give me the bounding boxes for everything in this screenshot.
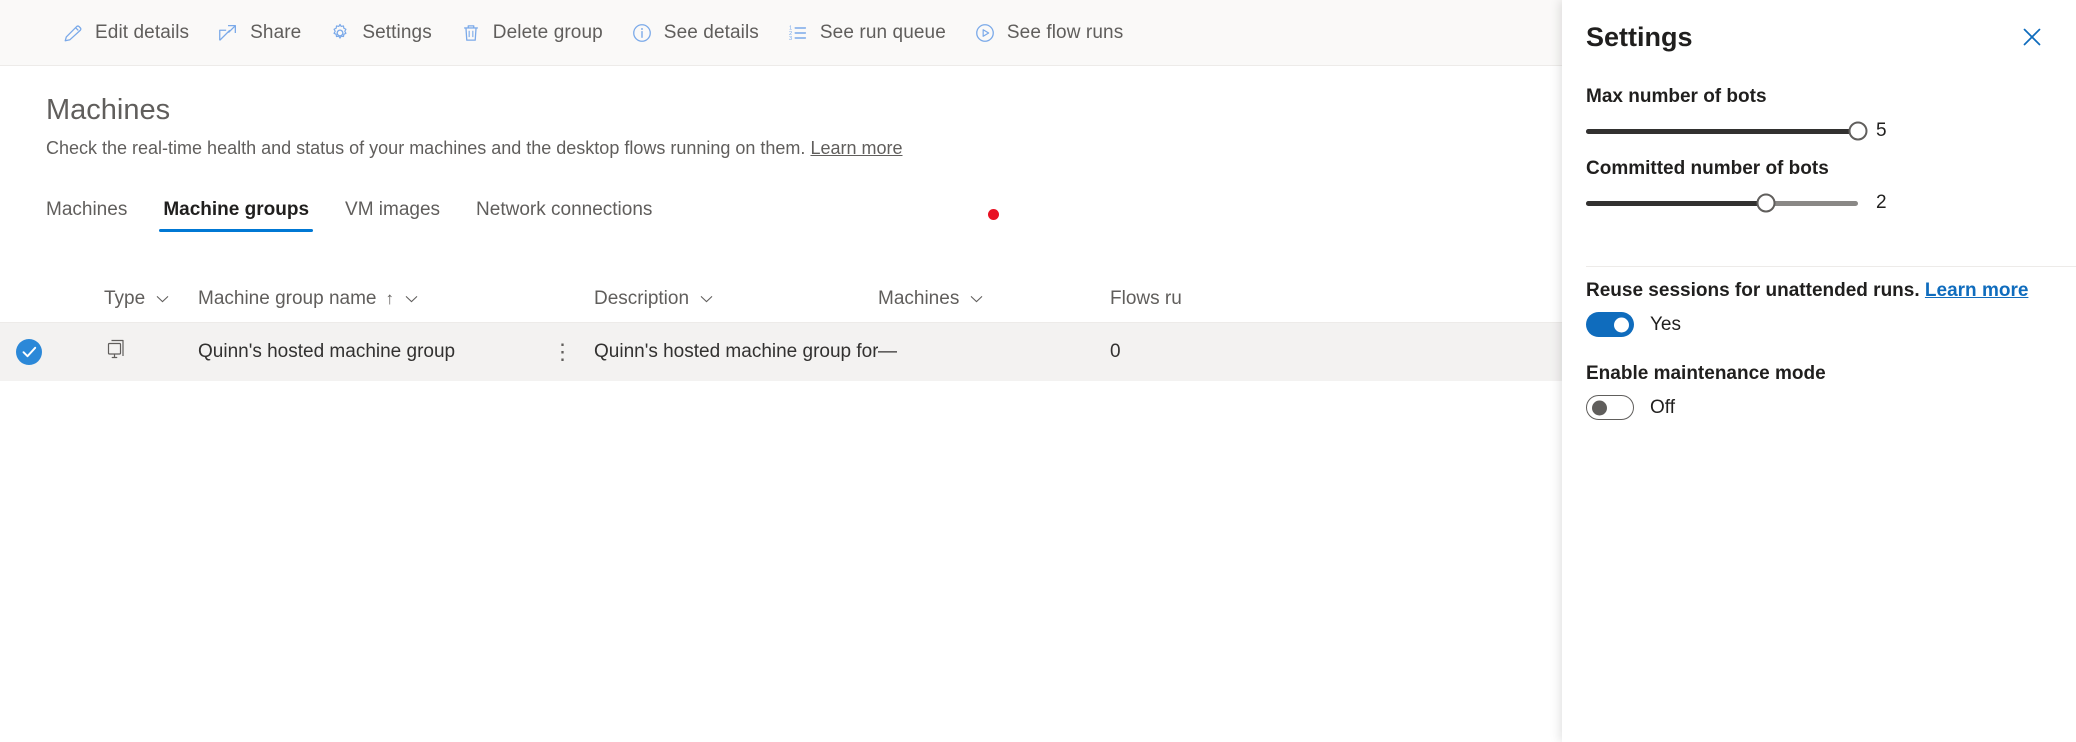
committed-bots-slider-fill [1586,200,1766,206]
numbered-list-icon: 1 2 3 [789,25,806,41]
edit-details-label: Edit details [95,21,190,43]
column-header-type-label: Type [104,288,146,309]
column-header-machine-group-name-label: Machine group name [198,288,377,309]
see-run-queue-label: See run queue [819,21,946,43]
max-bots-slider-thumb[interactable] [1848,121,1868,141]
see-details-label: See details [663,21,759,43]
info-icon [632,23,651,42]
share-button[interactable]: Share [207,7,311,59]
machine-group-icon [107,339,124,358]
maintenance-mode-label: Enable maintenance mode [1586,363,1826,384]
row-overflow-menu-button[interactable]: ⋮ [551,338,576,367]
column-header-type[interactable]: Type [58,288,198,310]
see-details-button[interactable]: See details [621,7,769,59]
reuse-sessions-toggle[interactable] [1586,312,1634,337]
reuse-sessions-learn-more-link[interactable]: Learn more [1925,280,2028,301]
max-bots-value: 5 [1876,120,1887,141]
max-bots-slider-row: 5 [1586,120,2052,142]
gear-icon [333,23,347,39]
close-icon [2023,28,2041,46]
chevron-down-icon [405,296,418,303]
tab-bar: Machines Machine groups VM images Networ… [46,188,670,232]
settings-panel-body: Max number of bots 5 Committed number of… [1562,86,2076,230]
column-header-machines[interactable]: Machines [878,288,1110,310]
tab-vm-images[interactable]: VM images [327,199,458,232]
pencil-icon [64,24,82,41]
share-icon [219,24,237,41]
reuse-sessions-toggle-row: Yes [1586,312,2052,337]
chevron-down-icon [156,296,169,303]
close-button[interactable] [2012,17,2052,57]
reuse-sessions-state: Yes [1650,313,1681,335]
settings-panel-header: Settings [1562,0,2076,74]
row-machine-group-name: Quinn's hosted machine group [198,341,456,362]
column-header-description-label: Description [594,288,690,309]
edit-details-button[interactable]: Edit details [52,7,199,59]
row-machines-count: — [878,341,897,362]
committed-bots-value: 2 [1876,192,1887,213]
delete-group-label: Delete group [492,21,603,43]
chevron-down-icon [970,296,983,303]
page-title: Machines [46,94,171,126]
table-header-row: Type Machine group name ↑ Description Ma… [0,276,1562,323]
max-bots-slider-fill [1586,128,1858,134]
play-circle-icon [975,23,994,42]
tab-machines[interactable]: Machines [46,199,145,232]
maintenance-mode-toggle-row: Off [1586,395,2052,420]
page-subtitle-text: Check the real-time health and status of… [46,138,806,158]
see-flow-runs-label: See flow runs [1006,21,1124,43]
settings-panel: Settings Max number of bots 5 Committed … [1562,0,2076,742]
settings-panel-toggles: Reuse sessions for unattended runs. Lear… [1562,254,2076,420]
row-name-cell: Quinn's hosted machine group ⋮ [198,338,594,367]
checkmark-circle-icon [16,339,42,365]
check-icon [22,346,36,358]
settings-button[interactable]: Settings [319,7,441,59]
committed-bots-slider-row: 2 [1586,192,2052,214]
row-flows-running-count: 0 [1110,341,1121,362]
max-bots-label: Max number of bots [1586,86,1767,107]
row-select-checkbox[interactable] [0,339,58,365]
svg-text:3: 3 [789,35,792,41]
committed-bots-label: Committed number of bots [1586,158,1829,179]
command-bar: Edit details Share Settings Delete group [0,0,1562,66]
settings-label: Settings [362,21,432,43]
delete-group-button[interactable]: Delete group [450,7,613,59]
row-description: Quinn's hosted machine group for Financ.… [594,341,878,362]
maintenance-mode-state: Off [1650,396,1675,418]
page-subtitle: Check the real-time health and status of… [46,138,903,159]
tab-machine-groups[interactable]: Machine groups [145,199,327,232]
page-content: Machines Check the real-time health and … [0,66,1562,742]
committed-bots-slider-thumb[interactable] [1756,193,1776,213]
committed-bots-slider[interactable] [1586,193,1858,213]
toggle-knob [1614,317,1629,332]
reuse-sessions-label: Reuse sessions for unattended runs. Lear… [1586,280,2052,302]
reuse-sessions-text: Reuse sessions for unattended runs. [1586,280,1920,301]
sort-ascending-icon: ↑ [385,289,395,308]
toggle-knob [1592,400,1607,415]
trash-icon [463,24,478,41]
see-run-queue-button[interactable]: 1 2 3 See run queue [777,7,956,59]
row-type-cell [58,337,198,368]
column-header-machine-group-name[interactable]: Machine group name ↑ [198,288,594,310]
table-row[interactable]: Quinn's hosted machine group ⋮ Quinn's h… [0,323,1562,381]
status-dot-indicator [988,209,999,220]
max-bots-slider[interactable] [1586,121,1868,141]
settings-panel-title: Settings [1586,21,1693,52]
chevron-down-icon [700,296,713,303]
column-header-machines-label: Machines [878,288,960,309]
see-flow-runs-button[interactable]: See flow runs [964,7,1133,59]
column-header-description[interactable]: Description [594,288,878,310]
machine-groups-table: Type Machine group name ↑ Description Ma… [0,276,1562,381]
tab-network-connections[interactable]: Network connections [458,199,670,232]
maintenance-mode-toggle[interactable] [1586,395,1634,420]
column-header-flows-running[interactable]: Flows ru [1110,288,1310,310]
column-header-flows-running-label: Flows ru [1110,288,1182,309]
share-label: Share [250,21,302,43]
learn-more-link[interactable]: Learn more [810,138,902,158]
